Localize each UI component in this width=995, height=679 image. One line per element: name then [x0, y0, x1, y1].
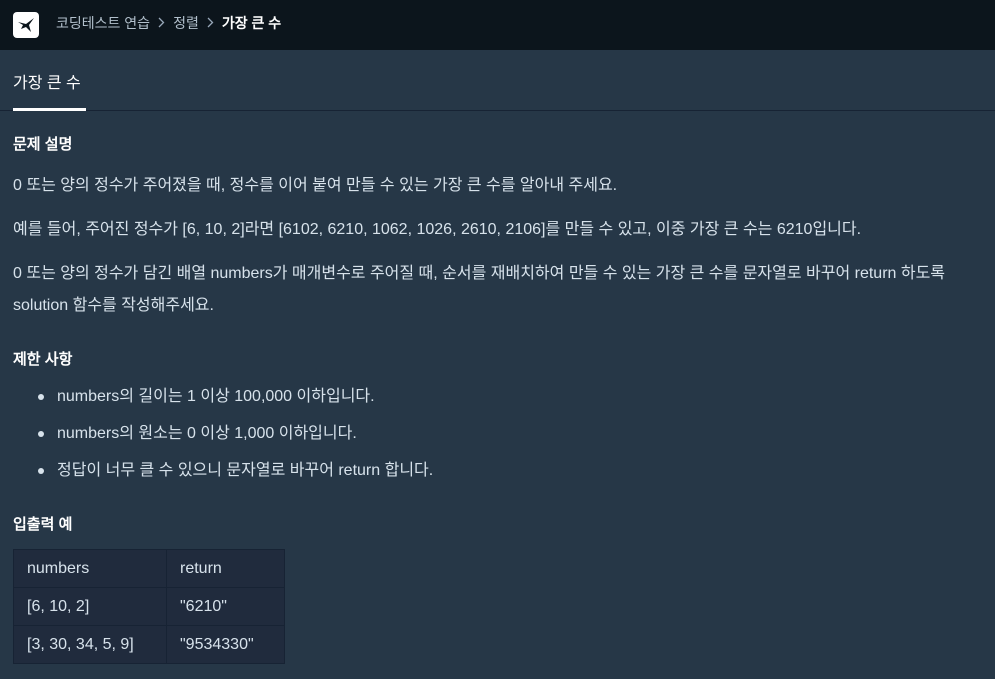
- list-item: 정답이 너무 클 수 있으니 문자열로 바꾸어 return 합니다.: [38, 452, 995, 489]
- breadcrumb-item-current: 가장 큰 수: [221, 15, 282, 31]
- table-header-cell: return: [166, 549, 285, 588]
- chevron-right-icon: [207, 16, 214, 31]
- bullet-icon: [38, 431, 44, 437]
- constraint-text: numbers의 원소는 0 이상 1,000 이하입니다.: [57, 425, 357, 442]
- list-item: numbers의 원소는 0 이상 1,000 이하입니다.: [38, 415, 995, 452]
- tab-problem-title[interactable]: 가장 큰 수: [13, 50, 81, 111]
- examples-heading: 입출력 예: [13, 516, 73, 533]
- constraints-heading: 제한 사항: [13, 351, 73, 368]
- problem-paragraph: 0 또는 양의 정수가 주어졌을 때, 정수를 이어 붙여 만들 수 있는 가장…: [13, 177, 618, 194]
- breadcrumb: 코딩테스트 연습 정렬 가장 큰 수: [56, 0, 281, 46]
- breadcrumb-item-sorting[interactable]: 정렬: [173, 13, 199, 33]
- table-cell: [3, 30, 34, 5, 9]: [13, 625, 167, 664]
- table-row: [6, 10, 2] "6210": [13, 587, 285, 626]
- programmers-logo-icon[interactable]: [13, 12, 39, 38]
- constraints-list: numbers의 길이는 1 이상 100,000 이하입니다. numbers…: [13, 378, 995, 489]
- problem-paragraph: 예를 들어, 주어진 정수가 [6, 10, 2]라면 [6102, 6210,…: [13, 221, 862, 238]
- table-cell: "9534330": [166, 625, 285, 664]
- constraint-text: numbers의 길이는 1 이상 100,000 이하입니다.: [57, 388, 375, 405]
- bullet-icon: [38, 468, 44, 474]
- list-item: numbers의 길이는 1 이상 100,000 이하입니다.: [38, 378, 995, 415]
- bullet-icon: [38, 394, 44, 400]
- constraint-text: 정답이 너무 클 수 있으니 문자열로 바꾸어 return 합니다.: [57, 462, 434, 479]
- table-cell: "6210": [166, 587, 285, 626]
- tab-bar: 가장 큰 수: [0, 50, 995, 111]
- top-navigation-bar: 코딩테스트 연습 정렬 가장 큰 수: [0, 0, 995, 50]
- chevron-right-icon: [158, 16, 165, 31]
- problem-paragraph: 0 또는 양의 정수가 담긴 배열 numbers가 매개변수로 주어질 때, …: [13, 265, 946, 314]
- examples-table: numbers return [6, 10, 2] "6210" [3, 30,…: [13, 549, 285, 664]
- table-header-row: numbers return: [13, 549, 285, 588]
- tab-active-indicator: [13, 108, 86, 111]
- table-header-cell: numbers: [13, 549, 167, 588]
- table-row: [3, 30, 34, 5, 9] "9534330": [13, 625, 285, 664]
- table-cell: [6, 10, 2]: [13, 587, 167, 626]
- breadcrumb-item-coding-test[interactable]: 코딩테스트 연습: [56, 13, 150, 33]
- problem-description-heading: 문제 설명: [13, 136, 73, 153]
